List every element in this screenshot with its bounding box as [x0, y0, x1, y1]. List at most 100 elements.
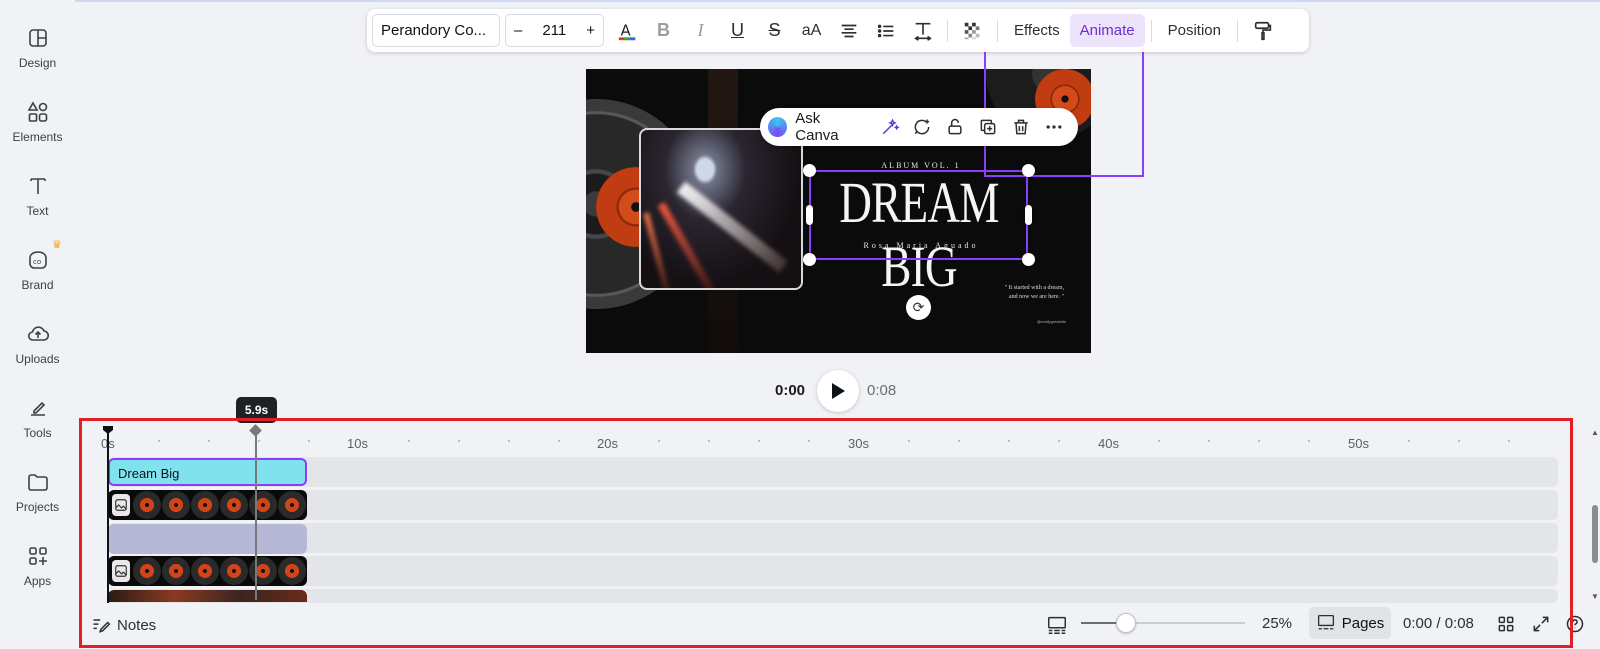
lock-button[interactable]	[939, 112, 972, 142]
quote-text[interactable]: " It started with a dream, and now we ar…	[1004, 284, 1064, 302]
sidebar-item-label: Brand	[21, 278, 54, 292]
more-options-button[interactable]	[1037, 112, 1070, 142]
position-button[interactable]: Position	[1158, 14, 1231, 47]
transparency-icon	[964, 22, 979, 39]
image-icon	[112, 494, 130, 516]
clip-frame	[278, 491, 306, 519]
strikethrough-icon: S	[768, 20, 781, 40]
text-clip[interactable]: Dream Big	[108, 458, 307, 486]
text-icon	[26, 174, 50, 198]
ruler-label: 50s	[1348, 436, 1369, 451]
timeline-track[interactable]	[108, 490, 1558, 520]
help-button[interactable]	[1565, 614, 1585, 639]
letter-case-button[interactable]: aA	[793, 14, 830, 47]
bold-button[interactable]: B	[645, 14, 682, 47]
scroll-down-arrow[interactable]: ▼	[1591, 592, 1599, 601]
strikethrough-button[interactable]: S	[756, 14, 793, 47]
sidebar-item-projects[interactable]: Projects	[0, 470, 75, 540]
expand-icon	[1533, 616, 1549, 632]
sidebar-item-uploads[interactable]: Uploads	[0, 322, 75, 392]
resize-handle[interactable]	[1025, 205, 1032, 225]
playhead-line[interactable]	[107, 431, 109, 603]
more-dots-icon	[1046, 125, 1062, 129]
timeline-track[interactable]	[108, 523, 1558, 553]
timeline-view-button[interactable]	[1046, 614, 1068, 641]
resize-handle[interactable]	[1022, 164, 1035, 177]
sidebar-item-label: Tools	[23, 426, 52, 440]
sidebar-item-text[interactable]: Text	[0, 174, 75, 244]
cloud-upload-icon	[26, 322, 50, 346]
toolbar-divider	[947, 19, 948, 42]
toolbar-divider	[997, 19, 998, 42]
notes-button[interactable]: Notes	[91, 615, 156, 635]
texture-clip[interactable]	[108, 524, 307, 554]
sidebar-item-label: Uploads	[15, 352, 60, 366]
comment-button[interactable]	[906, 112, 939, 142]
rotate-handle[interactable]: ⟳	[906, 295, 931, 320]
album-vol-text[interactable]: ALBUM VOL. 1	[881, 161, 961, 170]
decrease-font-size-button[interactable]: –	[514, 22, 522, 39]
image-clip[interactable]	[108, 556, 307, 586]
font-family-dropdown[interactable]: Perandory Co...	[372, 14, 500, 47]
transparency-button[interactable]	[954, 14, 991, 47]
alignment-button[interactable]	[830, 14, 867, 47]
bold-icon: B	[657, 20, 670, 40]
resize-handle[interactable]	[1022, 253, 1035, 266]
scroll-up-arrow[interactable]: ▲	[1591, 428, 1599, 437]
grid-view-button[interactable]	[1496, 614, 1516, 639]
time-marker-line	[255, 430, 257, 600]
timeline-track[interactable]	[108, 457, 1558, 487]
clip-frame	[162, 491, 190, 519]
font-size-input[interactable]: 211	[542, 22, 566, 39]
fullscreen-button[interactable]	[1531, 614, 1551, 639]
ruler-label: 10s	[347, 436, 368, 451]
underline-button[interactable]: U	[719, 14, 756, 47]
handle-text[interactable]: @reallygreatsite	[1026, 319, 1066, 324]
copy-style-button[interactable]	[1244, 14, 1281, 47]
sidebar-item-label: Text	[26, 204, 49, 218]
increase-font-size-button[interactable]: +	[586, 22, 595, 39]
resize-handle[interactable]	[803, 164, 816, 177]
ruler-tick	[158, 440, 160, 442]
rotate-icon: ⟳	[912, 299, 925, 315]
svg-text:A: A	[620, 22, 630, 39]
image-clip[interactable]	[108, 490, 307, 520]
magic-edit-button[interactable]	[873, 112, 906, 142]
notes-icon	[93, 619, 111, 633]
delete-button[interactable]	[1004, 112, 1037, 142]
resize-handle[interactable]	[806, 205, 813, 225]
sidebar-item-elements[interactable]: Elements	[0, 100, 75, 170]
align-center-icon	[841, 24, 856, 37]
timeline-track[interactable]	[108, 556, 1558, 586]
elements-icon	[26, 100, 50, 124]
timeline-track[interactable]	[108, 589, 1558, 603]
pen-tool-icon	[26, 396, 50, 420]
italic-button[interactable]: I	[682, 14, 719, 47]
spacing-button[interactable]	[904, 14, 941, 47]
ruler-tick	[908, 440, 910, 442]
selection-box	[809, 170, 1028, 260]
video-clip[interactable]	[108, 590, 307, 602]
highway-photo[interactable]	[639, 128, 803, 290]
play-icon	[832, 383, 845, 399]
text-color-icon: A	[618, 22, 635, 40]
play-button[interactable]	[817, 370, 859, 412]
pages-button[interactable]: Pages	[1309, 607, 1391, 639]
ruler-tick	[1208, 440, 1210, 442]
zoom-slider-knob[interactable]	[1116, 613, 1136, 633]
duplicate-button[interactable]	[972, 112, 1005, 142]
ruler-tick	[508, 440, 510, 442]
ask-canva-button[interactable]: Ask Canva	[795, 110, 865, 144]
zoom-percentage[interactable]: 25%	[1262, 615, 1292, 632]
design-icon	[26, 26, 50, 50]
sidebar-item-brand[interactable]: co Brand	[0, 248, 75, 318]
timeline-scrollbar[interactable]	[1592, 505, 1598, 563]
list-button[interactable]	[867, 14, 904, 47]
animate-button[interactable]: Animate	[1069, 14, 1145, 47]
effects-button[interactable]: Effects	[1004, 14, 1070, 47]
sidebar-item-apps[interactable]: Apps	[0, 544, 75, 614]
sidebar-item-tools[interactable]: Tools	[0, 396, 75, 466]
sidebar-item-design[interactable]: Design	[0, 26, 75, 96]
text-color-button[interactable]: A	[608, 14, 645, 47]
resize-handle[interactable]	[803, 253, 816, 266]
